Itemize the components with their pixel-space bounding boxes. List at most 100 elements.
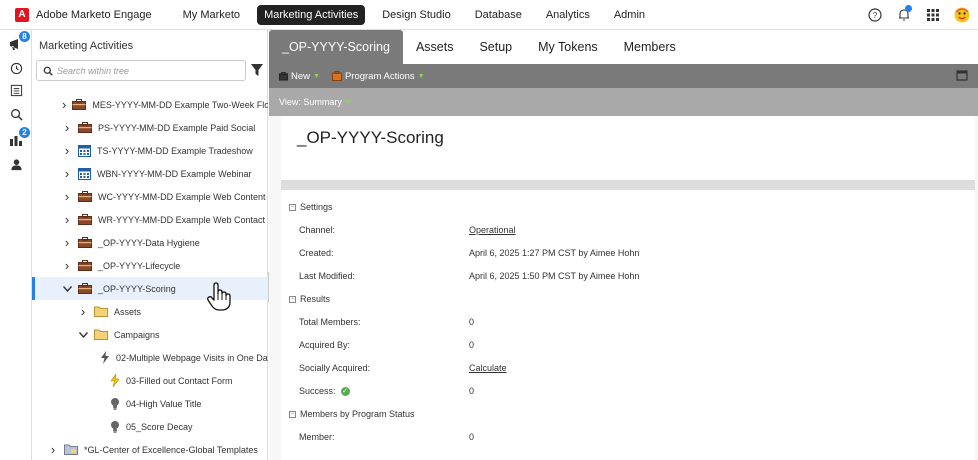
top-bar: A Adobe Marketo Engage My Marketo Market… xyxy=(0,0,978,30)
toolbar: New ▼ Program Actions ▼ xyxy=(269,64,978,88)
left-icon-rail: 8 2 xyxy=(0,30,32,460)
last-modified-label: Last Modified: xyxy=(299,271,356,281)
tree-panel: Marketing Activities › MES-YYYY-MM-DD Exa… xyxy=(32,30,268,460)
window-maximize-icon[interactable] xyxy=(956,69,970,83)
tab-my-tokens[interactable]: My Tokens xyxy=(525,30,611,64)
help-icon[interactable]: ? xyxy=(865,5,885,25)
tab-setup[interactable]: Setup xyxy=(466,30,525,64)
chevron-right-icon[interactable]: › xyxy=(48,442,58,457)
marketing-icon[interactable]: 8 xyxy=(8,31,30,52)
tree-search-box xyxy=(36,60,246,81)
tree-list: › MES-YYYY-MM-DD Example Two-Week Flow › PS… xyxy=(32,85,268,460)
nav-database[interactable]: Database xyxy=(468,5,529,25)
program-actions-button[interactable]: Program Actions ▼ xyxy=(331,71,425,82)
channel-value-link[interactable]: Operational xyxy=(469,225,516,235)
chevron-right-icon[interactable]: › xyxy=(62,120,72,135)
dropdown-arrow-icon: ▼ xyxy=(313,72,320,80)
program-summary: _OP-YYYY-Scoring − Settings Channel: Oper… xyxy=(281,116,975,460)
tree-item[interactable]: › MES-YYYY-MM-DD Example Two-Week Flow xyxy=(32,93,268,116)
tree-item-label: *GL-Center of Excellence-Global Template… xyxy=(84,444,258,455)
tree-item[interactable]: _OP-YYYY-Scoring xyxy=(32,277,268,300)
nav-my-marketo[interactable]: My Marketo xyxy=(176,5,247,25)
tree-item[interactable]: › WR-YYYY-MM-DD Example Web Contact xyxy=(32,208,268,231)
top-right-icons: ? xyxy=(856,5,972,25)
tree-item[interactable]: 03-Filled out Contact Form xyxy=(32,369,268,392)
notifications-icon[interactable] xyxy=(894,5,914,25)
calendar-icon xyxy=(78,144,91,157)
chevron-down-icon[interactable] xyxy=(78,330,88,340)
calendar-list-icon[interactable] xyxy=(8,82,24,98)
chevron-right-icon[interactable]: › xyxy=(62,97,66,112)
adobe-logo-icon[interactable]: A xyxy=(15,7,29,22)
chevron-down-icon[interactable] xyxy=(62,284,72,294)
hand-cursor-icon xyxy=(207,282,231,311)
acquired-by-value: 0 xyxy=(469,340,475,350)
tree-item-label: MES-YYYY-MM-DD Example Two-Week Flow xyxy=(92,99,268,110)
user-avatar-icon[interactable] xyxy=(952,5,972,25)
briefcase-icon xyxy=(78,214,92,225)
results-label: Results xyxy=(300,294,331,304)
nav-design-studio[interactable]: Design Studio xyxy=(375,5,458,25)
chevron-right-icon[interactable]: › xyxy=(78,304,88,319)
tree-item[interactable]: › Assets xyxy=(32,300,268,323)
view-bar[interactable]: View: Summary ▼ xyxy=(269,88,978,116)
success-check-icon: ✓ xyxy=(340,387,350,397)
new-button[interactable]: New ▼ xyxy=(279,71,320,82)
chevron-right-icon[interactable]: › xyxy=(62,143,72,158)
settings-section-header[interactable]: − Settings xyxy=(289,202,333,212)
person-icon[interactable] xyxy=(8,156,24,172)
tree-search-input[interactable] xyxy=(57,65,237,76)
chevron-right-icon[interactable]: › xyxy=(62,235,72,250)
total-members-value: 0 xyxy=(469,317,475,327)
nav-analytics[interactable]: Analytics xyxy=(539,5,597,25)
tree-item-label: _OP-YYYY-Lifecycle xyxy=(98,260,181,271)
briefcase-icon xyxy=(72,99,87,110)
members-by-status-section-header[interactable]: − Members by Program Status xyxy=(289,409,415,419)
folder-template-icon xyxy=(64,444,78,455)
tree-item[interactable]: › *GL-Center of Excellence-Global Templat… xyxy=(32,438,268,460)
tab-program[interactable]: _OP-YYYY-Scoring xyxy=(269,30,403,64)
briefcase-icon xyxy=(78,237,92,248)
tree-item[interactable]: 05_Score Decay xyxy=(32,415,268,438)
chevron-right-icon[interactable]: › xyxy=(62,212,72,227)
tree-item-label: _OP-YYYY-Scoring xyxy=(98,283,176,294)
brand-name[interactable]: Adobe Marketo Engage xyxy=(36,9,152,21)
chevron-right-icon[interactable]: › xyxy=(62,258,72,273)
view-label: View: Summary xyxy=(279,97,342,107)
acquired-by-label: Acquired By: xyxy=(299,340,351,350)
tree-item[interactable]: 04-High Value Title xyxy=(32,392,268,415)
tree-item-label: WR-YYYY-MM-DD Example Web Contact xyxy=(98,214,266,225)
tab-assets[interactable]: Assets xyxy=(403,30,467,64)
tree-item[interactable]: › PS-YYYY-MM-DD Example Paid Social xyxy=(32,116,268,139)
chevron-right-icon[interactable]: › xyxy=(62,166,72,181)
history-icon[interactable] xyxy=(8,60,24,76)
tree-item[interactable]: › _OP-YYYY-Data Hygiene xyxy=(32,231,268,254)
nav-marketing-activities[interactable]: Marketing Activities xyxy=(257,4,366,25)
tree-item[interactable]: › _OP-YYYY-Lifecycle xyxy=(32,254,268,277)
app-switcher-icon[interactable] xyxy=(923,5,943,25)
tree-item[interactable]: › WC-YYYY-MM-DD Example Web Content xyxy=(32,185,268,208)
tree-item[interactable]: › WBN-YYYY-MM-DD Example Webinar xyxy=(32,162,268,185)
briefcase-icon xyxy=(78,122,92,133)
results-section-header[interactable]: − Results xyxy=(289,294,330,304)
success-label-row: Success: ✓ xyxy=(299,386,350,397)
tree-title: Marketing Activities xyxy=(39,40,134,52)
analytics-badge: 2 xyxy=(19,127,30,138)
tree-item[interactable]: › TS-YYYY-MM-DD Example Tradeshow xyxy=(32,139,268,162)
chevron-right-icon[interactable]: › xyxy=(62,189,72,204)
bulb-icon xyxy=(110,420,120,433)
tree-item[interactable]: 02-Multiple Webpage Visits in One Day xyxy=(32,346,268,369)
analytics-icon[interactable]: 2 xyxy=(8,127,30,148)
search-icon[interactable] xyxy=(8,106,24,122)
tree-item-label: TS-YYYY-MM-DD Example Tradeshow xyxy=(97,145,253,156)
top-nav: My Marketo Marketing Activities Design S… xyxy=(176,4,662,25)
tab-members[interactable]: Members xyxy=(611,30,689,64)
nav-admin[interactable]: Admin xyxy=(607,5,652,25)
last-modified-value: April 6, 2025 1:50 PM CST by Aimee Hohn xyxy=(469,271,640,281)
tree-item[interactable]: Campaigns xyxy=(32,323,268,346)
filter-icon[interactable] xyxy=(251,63,263,77)
collapse-icon: − xyxy=(289,295,296,303)
folder-icon xyxy=(94,329,108,340)
calculate-link[interactable]: Calculate xyxy=(469,363,507,373)
